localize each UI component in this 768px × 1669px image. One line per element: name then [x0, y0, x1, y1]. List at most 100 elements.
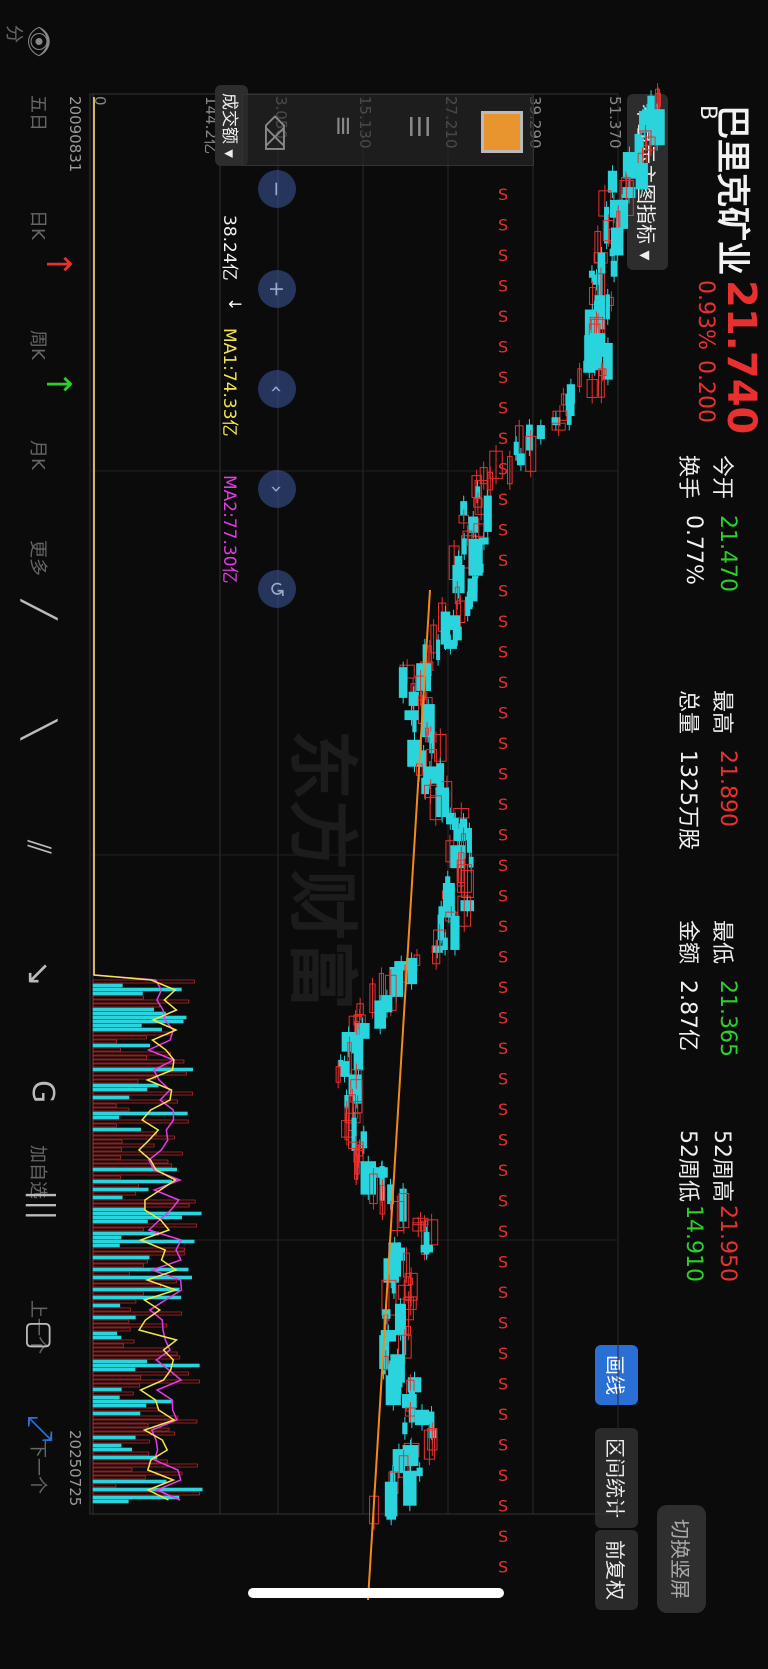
- volume-bar: [92, 1215, 182, 1220]
- candle: [472, 563, 484, 573]
- signal-marker: S: [498, 1222, 508, 1241]
- volume-bar: [92, 1251, 185, 1256]
- volume-bar: [92, 1499, 129, 1504]
- volume-bar: [92, 1191, 137, 1196]
- ray-tool-icon[interactable]: ↘: [20, 960, 58, 987]
- period-tab[interactable]: 月K: [26, 440, 52, 470]
- candle: [440, 611, 451, 645]
- chevron-down-icon: ▾: [219, 149, 239, 158]
- channel-tool-icon[interactable]: ⫽: [19, 840, 58, 854]
- candle: [622, 152, 636, 179]
- candle: [412, 719, 417, 733]
- volume-bar: [92, 1103, 117, 1108]
- volume-bar: [92, 987, 182, 992]
- volume-bar: [92, 1095, 130, 1100]
- candle: [638, 110, 650, 133]
- volume-bar: [92, 1263, 144, 1268]
- trash-icon[interactable]: ⌫: [258, 115, 288, 152]
- rect-tool-icon[interactable]: ▢: [22, 1320, 60, 1350]
- candle: [452, 564, 465, 594]
- segment-tool-icon[interactable]: ╲: [20, 720, 58, 739]
- volume-bar: [92, 1307, 131, 1312]
- landscape-stage: 巴里克矿业 21.740 B 0.93% 0.200 今开 21.470 最高 21.…: [0, 0, 768, 1669]
- volume-bar: [92, 1335, 122, 1340]
- volume-bar: [92, 1431, 175, 1436]
- signal-marker: S: [498, 1558, 508, 1577]
- watermark: 东方财富: [281, 730, 363, 1010]
- volume-bar: [92, 1311, 183, 1316]
- scroll-left-icon[interactable]: ‹: [258, 370, 296, 408]
- kline-chart[interactable]: 51.37039.29027.21015.1303.050144.2亿0东方财富…: [0, 0, 768, 1669]
- period-tab[interactable]: 日K: [26, 210, 52, 240]
- volume-bar: [92, 1331, 118, 1336]
- bars-icon[interactable]: |||: [25, 1190, 60, 1220]
- candle: [374, 1000, 387, 1029]
- volume-bar: [92, 1451, 150, 1456]
- volume-bar: [92, 1271, 130, 1276]
- menu-icon[interactable]: ≡: [328, 115, 358, 137]
- brush-icon[interactable]: [481, 111, 523, 153]
- reset-icon[interactable]: ↺: [258, 570, 296, 608]
- candle: [420, 1244, 433, 1253]
- zoom-out-icon[interactable]: −: [258, 170, 296, 208]
- candle: [442, 937, 448, 951]
- volume-bar: [92, 1227, 144, 1232]
- volume-bar: [92, 1279, 177, 1284]
- signal-marker: S: [498, 765, 508, 784]
- arrow-up-icon: ↑: [38, 370, 78, 399]
- list-icon[interactable]: ☰: [403, 115, 433, 138]
- candle: [461, 538, 467, 555]
- volume-bar: [92, 1455, 158, 1460]
- period-tab[interactable]: 分: [2, 25, 28, 43]
- volume-bar: [92, 1283, 161, 1288]
- zoom-in-icon[interactable]: +: [258, 270, 296, 308]
- signal-marker: S: [498, 1527, 508, 1546]
- next-button[interactable]: 下一个: [26, 1440, 52, 1494]
- volume-bar: [92, 1467, 133, 1472]
- period-tab[interactable]: 五日: [26, 95, 52, 131]
- volume-bar: [92, 1247, 185, 1252]
- line-tool-icon[interactable]: ╱: [20, 600, 58, 619]
- volume-bar: [92, 1175, 121, 1180]
- golden-ratio-icon[interactable]: G: [25, 1080, 60, 1103]
- volume-bar: [92, 1407, 159, 1412]
- volume-bar: [92, 1055, 147, 1060]
- candle: [451, 818, 459, 831]
- signal-marker: S: [498, 1070, 508, 1089]
- export-icon[interactable]: ⤢: [20, 1415, 60, 1442]
- volume-bar: [92, 1087, 148, 1092]
- signal-marker: S: [498, 1009, 508, 1028]
- signal-marker: S: [498, 1436, 508, 1455]
- volume-bar: [92, 1071, 187, 1076]
- scroll-right-icon[interactable]: ›: [258, 470, 296, 508]
- volume-bar: [92, 1231, 160, 1236]
- volume-bar: [92, 1179, 172, 1184]
- candle: [353, 1035, 364, 1071]
- volume-bar: [92, 1359, 148, 1364]
- signal-marker: S: [498, 1344, 508, 1363]
- volume-bar: [92, 1187, 149, 1192]
- volume-bar: [92, 1491, 200, 1496]
- volume-bar: [92, 1411, 141, 1416]
- volume-bar: [92, 1075, 156, 1080]
- volume-bar: [92, 1323, 168, 1328]
- volume-bar: [92, 1375, 142, 1380]
- arrow-up-icon: ↑: [38, 250, 78, 279]
- period-tab[interactable]: 更多: [26, 540, 52, 576]
- candle: [391, 1258, 397, 1294]
- candle: [450, 915, 460, 950]
- volume-bar: [92, 1483, 117, 1488]
- signal-marker: S: [498, 1039, 508, 1058]
- candle: [398, 667, 408, 698]
- volume-bar: [92, 1403, 147, 1408]
- volume-bar: [92, 1091, 193, 1096]
- candle: [386, 1489, 396, 1520]
- volume-bar: [92, 1303, 121, 1308]
- volume-bar: [92, 1471, 183, 1476]
- volume-bar: [92, 1475, 146, 1480]
- period-tab[interactable]: 周K: [26, 330, 52, 360]
- volume-bar: [92, 1343, 124, 1348]
- candle: [414, 1409, 430, 1426]
- candle: [603, 342, 613, 380]
- signal-marker: S: [498, 856, 508, 875]
